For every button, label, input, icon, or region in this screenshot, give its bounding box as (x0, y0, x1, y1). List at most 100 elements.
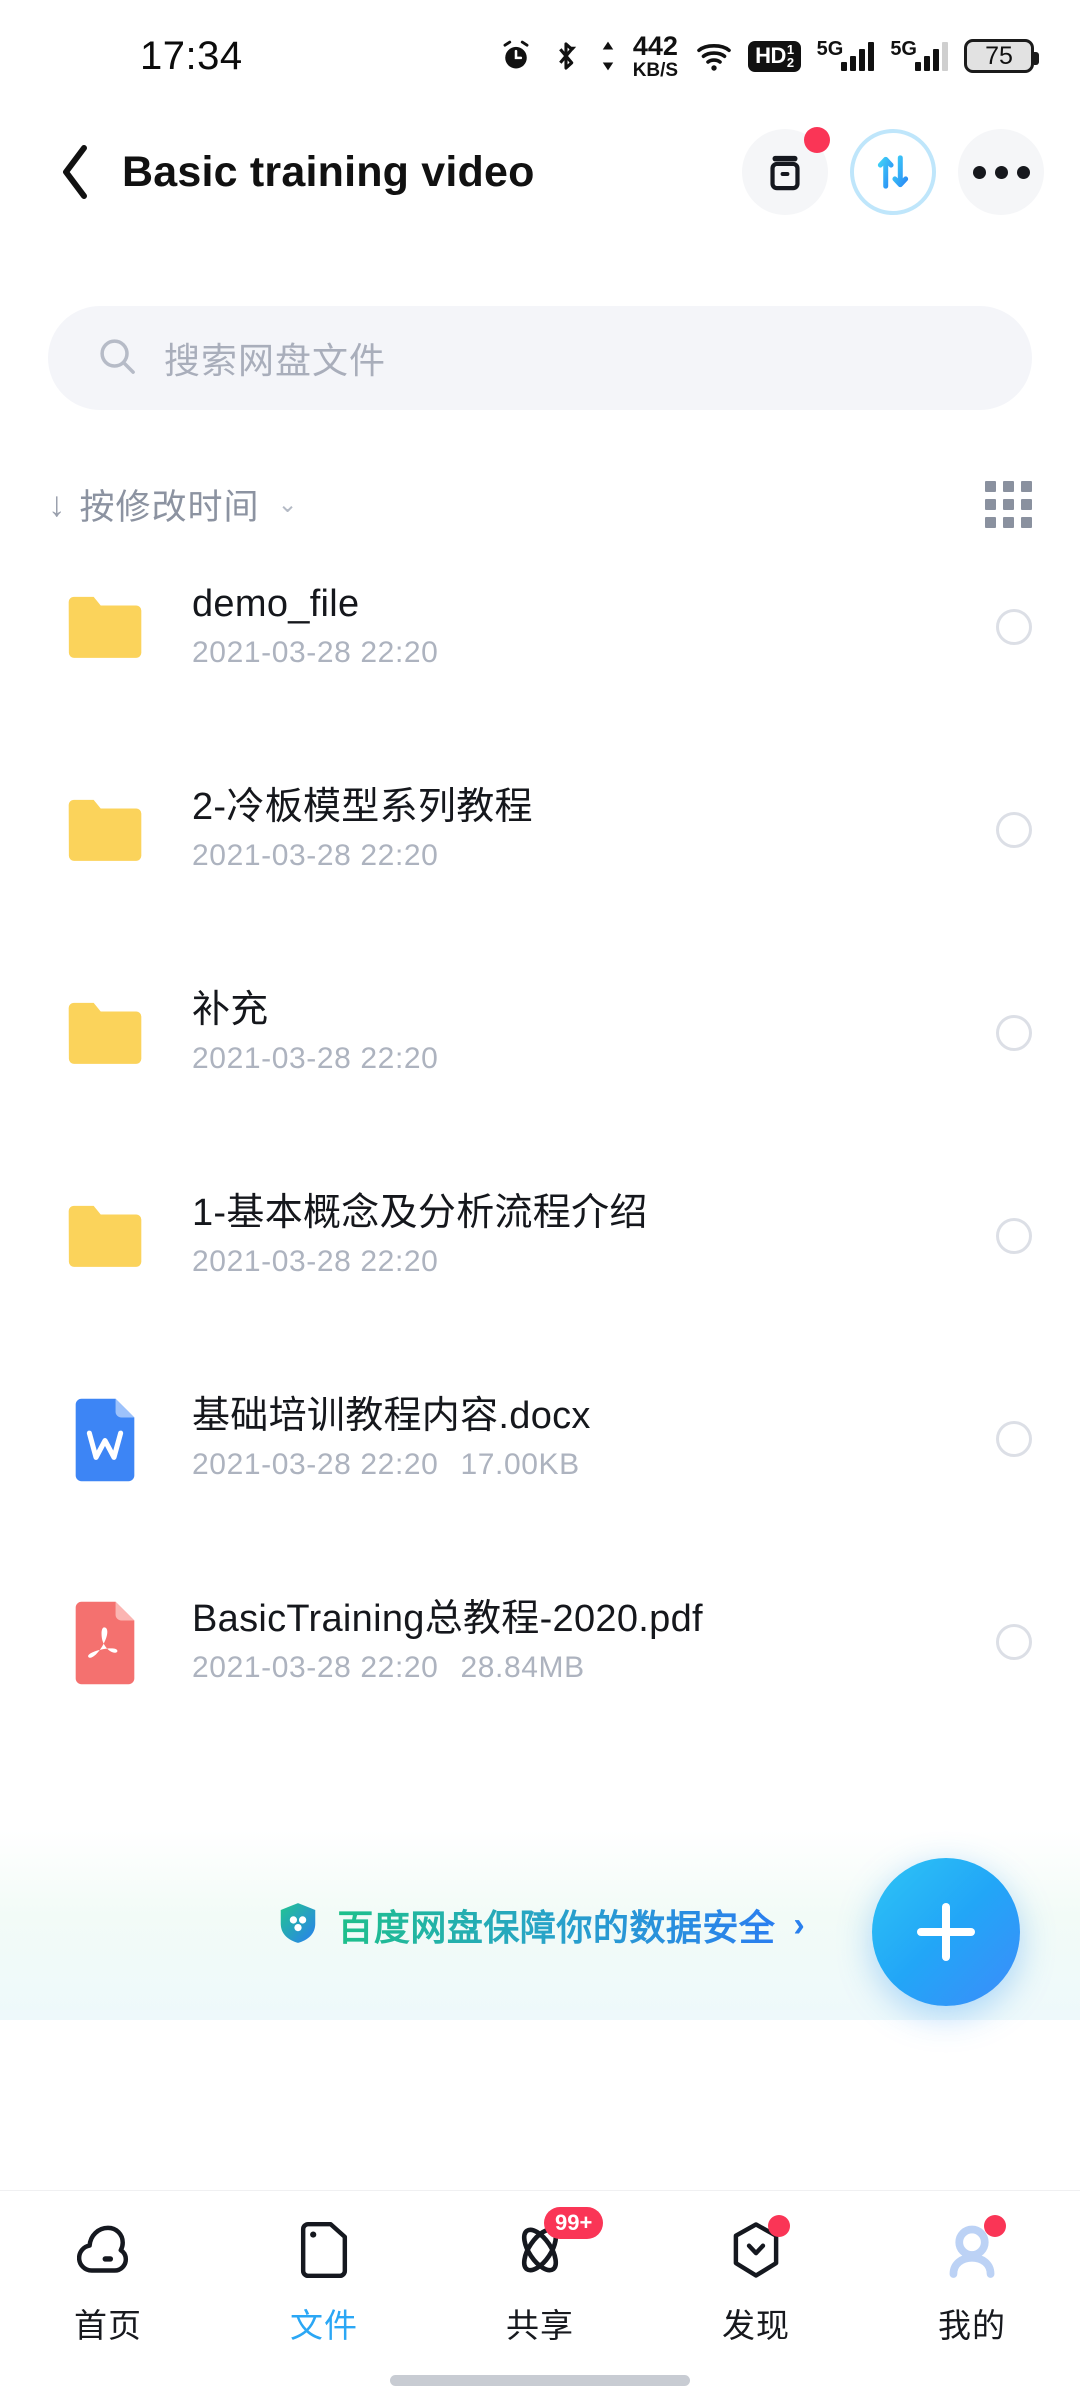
app-header: Basic training video (0, 112, 1080, 232)
bluetooth-icon (549, 39, 583, 73)
hd-sub: 2 (786, 54, 794, 70)
file-meta: 2021-03-28 22:20 (192, 1246, 648, 1278)
table-row[interactable]: 1-基本概念及分析流程介绍 2021-03-28 22:20 (0, 1169, 1080, 1303)
folder-icon (62, 1193, 148, 1279)
file-name: demo_file (192, 583, 360, 626)
archive-button[interactable] (742, 127, 830, 215)
file-info: 1-基本概念及分析流程介绍 2021-03-28 22:20 (192, 1192, 648, 1278)
file-meta: 2021-03-28 22:20 17.00KB (192, 1449, 591, 1481)
network-speed: 442 KB/S (632, 30, 679, 81)
sim2-signal-icon: 5G (890, 38, 948, 71)
chevron-down-icon: ⌄ (277, 490, 298, 518)
nav-label-files: 文件 (290, 2307, 358, 2344)
file-date: 2021-03-28 22:20 (192, 1042, 439, 1076)
network-speed-unit: KB/S (632, 59, 679, 81)
add-button[interactable] (872, 1858, 1020, 2006)
file-meta: 2021-03-28 22:20 28.84MB (192, 1652, 703, 1684)
file-info: 2-冷板模型系列教程 2021-03-28 22:20 (192, 786, 533, 872)
file-date: 2021-03-28 22:20 (192, 1651, 439, 1685)
table-row[interactable]: BasicTraining总教程-2020.pdf 2021-03-28 22:… (0, 1575, 1080, 1709)
grid-view-toggle[interactable] (985, 480, 1032, 528)
file-size: 17.00KB (460, 1448, 580, 1482)
file-name: 补充 (192, 989, 269, 1032)
file-date: 2021-03-28 22:20 (192, 1448, 439, 1482)
chevron-right-icon: › (793, 1905, 805, 1944)
nav-label-discover: 发现 (722, 2307, 790, 2344)
alarm-icon (499, 39, 533, 73)
discover-icon (720, 2215, 792, 2281)
search-bar[interactable]: 搜索网盘文件 (48, 306, 1032, 410)
table-row[interactable]: demo_file 2021-03-28 22:20 (0, 560, 1080, 694)
file-name: 2-冷板模型系列教程 (192, 786, 533, 829)
file-select-checkbox[interactable] (996, 812, 1032, 848)
file-select-checkbox[interactable] (996, 1421, 1032, 1457)
file-select-checkbox[interactable] (996, 1624, 1032, 1660)
table-row[interactable]: 2-冷板模型系列教程 2021-03-28 22:20 (0, 763, 1080, 897)
hd-label: HD (755, 42, 786, 68)
sort-bar: ↓ 按修改时间 ⌄ (0, 462, 1080, 546)
file-select-checkbox[interactable] (996, 1218, 1032, 1254)
safety-banner-content: 百度网盘保障你的数据安全 › (275, 1899, 805, 1951)
folder-icon (62, 787, 148, 873)
file-info: 基础培训教程内容.docx 2021-03-28 22:20 17.00KB (192, 1395, 591, 1481)
transfer-button[interactable] (850, 129, 936, 215)
network-speed-value: 442 (632, 30, 678, 61)
shared-badge: 99+ (544, 2207, 604, 2240)
cloud-icon (72, 2219, 144, 2281)
more-icon (972, 165, 1030, 179)
search-icon (96, 335, 138, 382)
archive-notification-dot (804, 127, 830, 153)
home-indicator (390, 2375, 690, 2386)
file-meta: 2021-03-28 22:20 (192, 637, 460, 669)
bottom-navigation: 首页 文件 99+ 共享 发现 我的 (0, 2190, 1080, 2400)
file-name: 1-基本概念及分析流程介绍 (192, 1192, 648, 1235)
page-title: Basic training video (122, 147, 535, 196)
wifi-icon (696, 39, 732, 73)
header-actions (742, 127, 1044, 215)
share-icon: 99+ (504, 2207, 604, 2281)
status-bar: 17:34 442 KB/S HD 1 2 5G 5G 75 (0, 0, 1080, 112)
file-meta: 2021-03-28 22:20 (192, 840, 533, 872)
safety-banner-text: 百度网盘保障你的数据安全 (337, 1899, 775, 1951)
table-row[interactable]: 基础培训教程内容.docx 2021-03-28 22:20 17.00KB (0, 1372, 1080, 1506)
hd-voice-icon: HD 1 2 (748, 40, 801, 72)
sort-selector[interactable]: ↓ 按修改时间 ⌄ (48, 479, 298, 530)
battery-icon: 75 (964, 39, 1039, 73)
file-info: 补充 2021-03-28 22:20 (192, 989, 460, 1076)
status-icons: 442 KB/S HD 1 2 5G 5G 75 (499, 30, 1039, 81)
sim2-gen-label: 5G (890, 38, 917, 60)
nav-item-files[interactable]: 文件 (216, 2219, 432, 2347)
file-size: 28.84MB (460, 1651, 585, 1685)
nav-item-home[interactable]: 首页 (0, 2219, 216, 2347)
file-info: BasicTraining总教程-2020.pdf 2021-03-28 22:… (192, 1599, 703, 1684)
table-row[interactable]: 补充 2021-03-28 22:20 (0, 966, 1080, 1100)
file-list: demo_file 2021-03-28 22:20 2-冷板模型系列教程 20… (0, 560, 1080, 1709)
shield-icon (275, 1900, 321, 1951)
folder-icon (288, 2219, 360, 2281)
sim1-gen-label: 5G (816, 38, 844, 60)
sort-label: 按修改时间 (79, 487, 260, 527)
nav-item-discover[interactable]: 发现 (648, 2215, 864, 2347)
file-date: 2021-03-28 22:20 (192, 636, 439, 670)
more-options-button[interactable] (958, 129, 1044, 215)
back-button[interactable] (46, 142, 106, 202)
nav-item-shared[interactable]: 99+ 共享 (432, 2207, 648, 2347)
profile-icon (936, 2215, 1008, 2281)
hd-sup: 1 (786, 41, 794, 57)
file-date: 2021-03-28 22:20 (192, 1245, 439, 1279)
word-file-icon (62, 1396, 148, 1482)
search-input[interactable]: 搜索网盘文件 (164, 332, 386, 384)
nav-item-profile[interactable]: 我的 (864, 2215, 1080, 2347)
file-select-checkbox[interactable] (996, 609, 1032, 645)
file-name: 基础培训教程内容.docx (192, 1395, 591, 1438)
file-info: demo_file 2021-03-28 22:20 (192, 583, 460, 669)
file-date: 2021-03-28 22:20 (192, 839, 439, 873)
pdf-file-icon (62, 1599, 148, 1685)
folder-icon (62, 584, 148, 670)
discover-notification-dot (768, 2215, 790, 2237)
sim1-signal-icon: 5G (816, 38, 875, 71)
status-clock: 17:34 (140, 33, 243, 78)
file-select-checkbox[interactable] (996, 1015, 1032, 1051)
nav-label-home: 首页 (74, 2307, 142, 2344)
battery-level: 75 (985, 41, 1013, 70)
